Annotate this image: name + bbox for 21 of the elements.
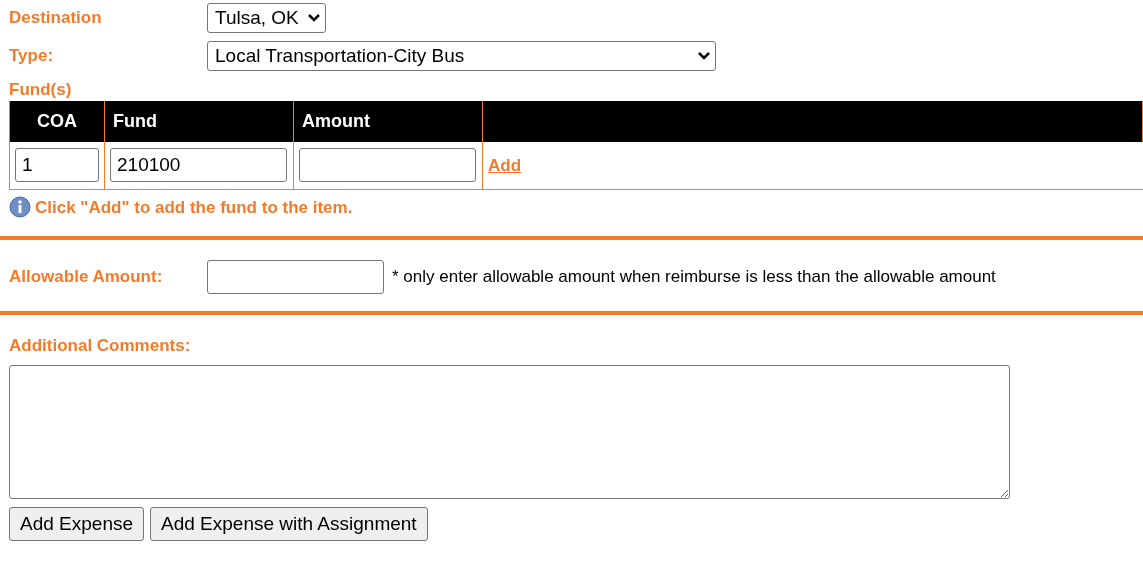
column-header: COA <box>9 101 105 142</box>
section-label: Fund(s) <box>9 79 73 101</box>
hint-text: Click "Add" to add the fund to the item. <box>35 196 353 219</box>
type-dropdown[interactable]: Local Transportation-City Bus <box>207 41 716 71</box>
note-text: * only enter allowable amount when reimburse is less than the allowable amount <box>392 266 996 289</box>
info-icon <box>9 196 31 219</box>
allowable-amount-input[interactable] <box>207 260 384 294</box>
field-label: Destination <box>9 7 103 30</box>
field-label: Type: <box>9 45 55 68</box>
fund-input[interactable]: 210100 <box>110 148 287 183</box>
field-label: Allowable Amount: <box>9 266 164 289</box>
caret-icon <box>306 13 321 23</box>
column-header: Amount <box>293 101 483 142</box>
action-button[interactable]: Add Expense with Assignment <box>150 506 428 541</box>
column-header: Fund <box>104 101 294 142</box>
amount-input[interactable] <box>299 148 476 183</box>
coa-input[interactable]: 1 <box>15 148 99 183</box>
action-button[interactable]: Add Expense <box>9 506 145 541</box>
caret-icon <box>697 51 711 61</box>
field-label: Additional Comments: <box>9 335 192 357</box>
destination-dropdown[interactable]: Tulsa, OK <box>207 3 326 33</box>
